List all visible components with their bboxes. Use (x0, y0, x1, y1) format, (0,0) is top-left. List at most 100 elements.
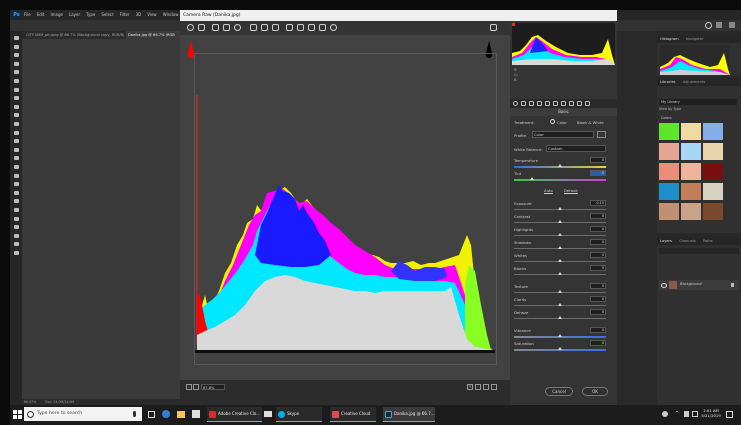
dehaze-slider-handle[interactable] (558, 316, 562, 319)
white-balance-tool-icon[interactable] (212, 24, 219, 31)
pen-tool-icon[interactable] (12, 173, 20, 180)
hand-tool-icon[interactable] (12, 207, 20, 214)
action-center-icon[interactable] (726, 411, 733, 418)
lasso-tool-icon[interactable] (12, 61, 20, 68)
blacks-value-field[interactable]: 0 (590, 265, 606, 271)
menu-item-select[interactable]: Select (101, 10, 113, 20)
quick-select-tool-icon[interactable] (12, 69, 20, 76)
hand-tool-icon[interactable] (198, 24, 205, 31)
transform-tool-icon[interactable] (272, 24, 279, 31)
quick-mask-tool-icon[interactable] (12, 241, 20, 248)
gradient-tool-icon[interactable] (12, 147, 20, 154)
exposure-value-field[interactable]: -0.15 (590, 200, 606, 206)
spot-removal-icon[interactable] (286, 24, 293, 31)
exposure-slider-handle[interactable] (558, 207, 562, 210)
menu-item-window[interactable]: Window (163, 10, 179, 20)
library-select[interactable]: My Library (659, 99, 737, 105)
vibrance-slider-handle[interactable] (558, 334, 562, 337)
temperature-slider-handle[interactable] (558, 164, 562, 167)
search-icon[interactable] (705, 22, 712, 29)
zoom-level-select[interactable]: 67.8% (201, 384, 225, 390)
color-swatch[interactable] (703, 163, 723, 180)
color-swatch[interactable] (681, 123, 701, 140)
color-swatch[interactable] (659, 203, 679, 220)
colors-tool-icon[interactable] (12, 233, 20, 240)
zoom-tool-icon[interactable] (187, 24, 194, 31)
color-swatch[interactable] (681, 163, 701, 180)
temperature-value-field[interactable]: 0 (590, 157, 606, 163)
tab-navigator[interactable]: Navigator (686, 37, 704, 41)
clarity-value-field[interactable]: 0 (590, 296, 606, 302)
tint-slider-track[interactable] (514, 179, 606, 181)
color-swatch[interactable] (703, 203, 723, 220)
color-swatch[interactable] (659, 163, 679, 180)
highlights-slider-handle[interactable] (558, 233, 562, 236)
hsl-icon[interactable] (537, 101, 542, 106)
toggle-settings-icon[interactable] (491, 384, 497, 390)
saturation-slider-handle[interactable] (558, 347, 562, 350)
color-swatch[interactable] (659, 183, 679, 200)
eyedropper-tool-icon[interactable] (12, 95, 20, 102)
default-link[interactable]: Default (564, 188, 578, 193)
swap-settings-icon[interactable] (483, 384, 489, 390)
red-eye-icon[interactable] (297, 24, 304, 31)
contrast-slider-handle[interactable] (558, 220, 562, 223)
calibration-icon[interactable] (569, 101, 574, 106)
network-icon[interactable] (692, 411, 698, 417)
shadows-value-field[interactable]: 0 (590, 239, 606, 245)
tab-adjustments[interactable]: Adjustments (683, 80, 706, 84)
effects-icon[interactable] (561, 101, 566, 106)
treatment-color-radio[interactable] (550, 119, 555, 124)
store-icon[interactable] (192, 410, 200, 418)
taskbar-app-skype[interactable]: Skype (276, 407, 322, 422)
screen-mode-tool-icon[interactable] (12, 250, 20, 257)
clarity-slider-handle[interactable] (558, 303, 562, 306)
color-swatch[interactable] (659, 143, 679, 160)
cancel-button[interactable]: Cancel (545, 387, 573, 396)
people-icon[interactable] (662, 411, 668, 417)
view-by-select[interactable]: View by Type (659, 107, 681, 111)
tab-city-document[interactable]: CITY1869_phuong @ 66.7% (Background copy… (24, 31, 124, 39)
crop-tool-icon[interactable] (12, 78, 20, 85)
clock[interactable]: 2:01 AM 5/21/2019 (700, 408, 722, 418)
crop-tool-icon[interactable] (250, 24, 257, 31)
file-explorer-icon[interactable] (177, 411, 185, 418)
basic-panel-icon[interactable] (513, 101, 518, 106)
color-swatch[interactable] (703, 123, 723, 140)
menu-item-type[interactable]: Type (86, 10, 95, 20)
tint-value-field[interactable]: 0 (590, 170, 606, 176)
tab-histogram[interactable]: Histogram (660, 37, 679, 41)
history-brush-tool-icon[interactable] (12, 130, 20, 137)
brush-tool-icon[interactable] (12, 112, 20, 119)
menu-item-file[interactable]: File (24, 10, 31, 20)
edge-icon[interactable] (162, 410, 170, 418)
share-icon[interactable] (729, 22, 735, 28)
taskbar-app-photoshop[interactable]: Danika.jpg @ 66.7... (383, 407, 435, 422)
before-after-icon[interactable] (475, 384, 481, 390)
presets-icon[interactable] (577, 101, 582, 106)
whites-value-field[interactable]: 0 (590, 252, 606, 258)
blur-tool-icon[interactable] (12, 155, 20, 162)
rectangle-tool-icon[interactable] (12, 198, 20, 205)
windows-start-icon[interactable] (13, 410, 22, 419)
fit-view-icon[interactable] (186, 384, 192, 390)
mail-icon[interactable] (264, 411, 272, 417)
marquee-tool-icon[interactable] (12, 52, 20, 59)
tint-slider-handle[interactable] (530, 177, 535, 180)
taskbar-app-creative-cloud-desktop[interactable]: Adobe Creative Clo... (207, 407, 262, 422)
zoom-out-icon[interactable] (193, 384, 199, 390)
dodge-tool-icon[interactable] (12, 164, 20, 171)
graduated-filter-icon[interactable] (319, 24, 326, 31)
texture-value-field[interactable]: 0 (590, 283, 606, 289)
menu-item-filter[interactable]: Filter (120, 10, 130, 20)
task-view-icon[interactable] (148, 411, 155, 418)
texture-slider-handle[interactable] (558, 290, 562, 293)
ok-button[interactable]: OK (582, 387, 608, 396)
profile-select[interactable]: Color (532, 131, 594, 138)
menu-item-3d[interactable]: 3D (136, 10, 142, 20)
tab-danika-document[interactable]: Danika.jpg @ 66.7% (RGB (126, 31, 182, 39)
saturation-value-field[interactable]: 0 (590, 340, 606, 346)
type-tool-icon[interactable] (12, 181, 20, 188)
color-swatch[interactable] (681, 183, 701, 200)
color-swatch[interactable] (681, 143, 701, 160)
